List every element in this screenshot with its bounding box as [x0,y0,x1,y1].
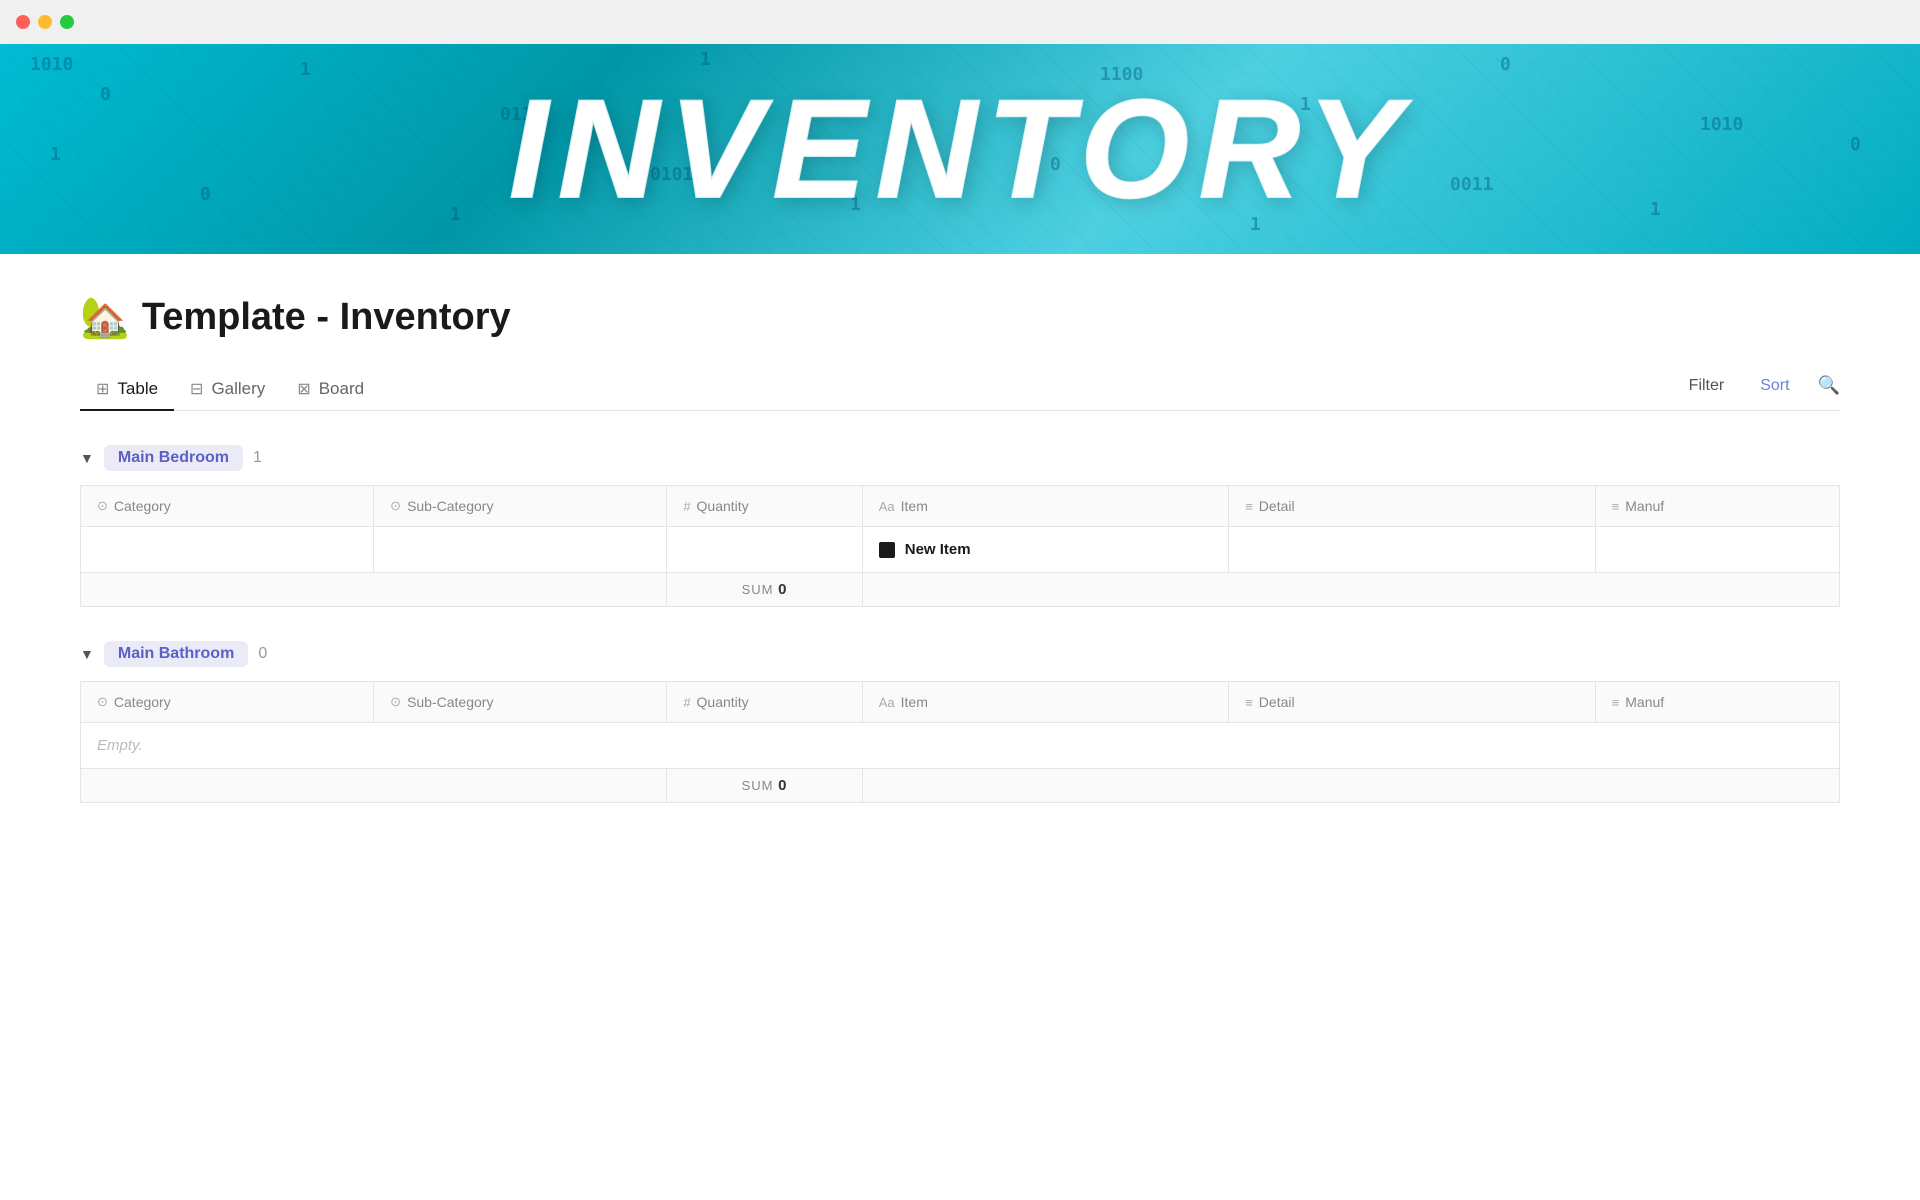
table-header-bathroom: ⊙ Category ⊙ Sub-Category # Quanti [81,682,1840,723]
group-header-bathroom: ▼ Main Bathroom 0 [80,635,1840,673]
th-manuf-label: Manuf [1625,498,1664,514]
sum-empty-bath-1 [81,769,667,803]
category-icon-bath: ⊙ [97,694,108,710]
minimize-button[interactable] [38,15,52,29]
tabs-row: ⊞ Table ⊟ Gallery ⊠ Board Filter Sort 🔍 [80,369,1840,411]
tab-table[interactable]: ⊞ Table [80,369,174,411]
detail-icon-bath: ≡ [1245,695,1253,710]
th-quantity-label: Quantity [697,498,749,514]
th-item-bath: Aa Item [862,682,1228,723]
cell-manuf[interactable] [1595,527,1839,573]
empty-row-bathroom: Empty. [81,723,1840,769]
table-icon: ⊞ [96,379,109,399]
sum-empty-bath-2 [862,769,1839,803]
cell-subcategory[interactable] [374,527,667,573]
th-quantity: # Quantity [667,486,862,527]
quantity-icon: # [683,499,690,514]
sum-empty-2 [862,573,1839,607]
group-main-bathroom: ▼ Main Bathroom 0 ⊙ Category ⊙ Su [80,635,1840,803]
tab-gallery-label: Gallery [211,379,265,399]
th-item: Aa Item [862,486,1228,527]
hero-banner: 1010 0 1 0110 1 0 1100 1 0 1010 1 0 1 01… [0,44,1920,254]
group-badge-bedroom[interactable]: Main Bedroom [104,445,243,471]
page-content: 🏡 Template - Inventory ⊞ Table ⊟ Gallery… [0,254,1920,843]
tab-table-label: Table [117,379,158,399]
filter-button[interactable]: Filter [1681,373,1733,399]
table-bathroom: ⊙ Category ⊙ Sub-Category # Quanti [80,681,1840,803]
item-icon: Aa [879,499,895,514]
th-detail-label-bath: Detail [1259,694,1295,710]
th-manuf-label-bath: Manuf [1625,694,1664,710]
tab-gallery[interactable]: ⊟ Gallery [174,369,281,411]
sort-button[interactable]: Sort [1752,373,1797,399]
sum-label-bathroom: SUM [742,778,774,793]
group-count-bedroom: 1 [253,449,262,467]
item-icon-bath: Aa [879,695,895,710]
th-category-label: Category [114,498,171,514]
maximize-button[interactable] [60,15,74,29]
th-subcategory-bath: ⊙ Sub-Category [374,682,667,723]
group-collapse-bedroom[interactable]: ▼ [80,450,94,466]
sum-row-bathroom: SUM 0 [81,769,1840,803]
empty-label-bathroom: Empty. [81,723,1840,769]
table-row: New Item [81,527,1840,573]
manuf-icon-bath: ≡ [1612,695,1620,710]
subcategory-icon-bath: ⊙ [390,694,401,710]
sum-value-bathroom: 0 [778,777,787,794]
th-quantity-label-bath: Quantity [697,694,749,710]
sum-cell-bathroom: SUM 0 [667,769,862,803]
quantity-icon-bath: # [683,695,690,710]
manuf-icon: ≡ [1612,499,1620,514]
th-category-bath: ⊙ Category [81,682,374,723]
th-item-label-bath: Item [901,694,928,710]
cell-detail[interactable] [1229,527,1595,573]
th-detail-bath: ≡ Detail [1229,682,1595,723]
th-detail: ≡ Detail [1229,486,1595,527]
th-quantity-bath: # Quantity [667,682,862,723]
th-category-label-bath: Category [114,694,171,710]
th-manuf-bath: ≡ Manuf [1595,682,1839,723]
search-button[interactable]: 🔍 [1818,375,1840,396]
sum-value-bedroom: 0 [778,581,787,598]
th-subcategory-label-bath: Sub-Category [407,694,493,710]
new-item-icon [879,542,895,558]
cell-quantity[interactable] [667,527,862,573]
cell-item[interactable]: New Item [862,527,1228,573]
sum-label-bedroom: SUM [742,582,774,597]
th-subcategory: ⊙ Sub-Category [374,486,667,527]
hero-title: INVENTORY [509,68,1411,230]
toolbar-right: Filter Sort 🔍 [1681,373,1840,407]
th-item-label: Item [901,498,928,514]
group-main-bedroom: ▼ Main Bedroom 1 ⊙ Category ⊙ Sub [80,439,1840,607]
page-emoji: 🏡 [80,294,130,341]
table-header-bedroom: ⊙ Category ⊙ Sub-Category # Quanti [81,486,1840,527]
sum-row-bedroom: SUM 0 [81,573,1840,607]
board-icon: ⊠ [297,379,310,399]
group-header-bedroom: ▼ Main Bedroom 1 [80,439,1840,477]
category-icon: ⊙ [97,498,108,514]
sum-cell-bedroom: SUM 0 [667,573,862,607]
page-title: Template - Inventory [142,296,511,339]
th-detail-label: Detail [1259,498,1295,514]
titlebar [0,0,1920,44]
page-title-row: 🏡 Template - Inventory [80,294,1840,341]
cell-category[interactable] [81,527,374,573]
subcategory-icon: ⊙ [390,498,401,514]
th-category: ⊙ Category [81,486,374,527]
group-badge-bathroom[interactable]: Main Bathroom [104,641,248,667]
tab-board-label: Board [319,379,364,399]
tab-board[interactable]: ⊠ Board [281,369,380,411]
new-item-label: New Item [905,541,971,558]
gallery-icon: ⊟ [190,379,203,399]
group-count-bathroom: 0 [258,645,267,663]
group-collapse-bathroom[interactable]: ▼ [80,646,94,662]
detail-icon: ≡ [1245,499,1253,514]
table-bedroom: ⊙ Category ⊙ Sub-Category # Quanti [80,485,1840,607]
th-manuf: ≡ Manuf [1595,486,1839,527]
close-button[interactable] [16,15,30,29]
sum-empty-1 [81,573,667,607]
th-subcategory-label: Sub-Category [407,498,493,514]
